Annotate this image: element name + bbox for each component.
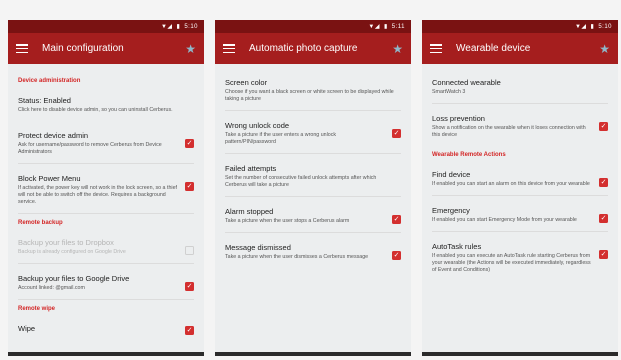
signal-icon: ▼◢: [368, 24, 380, 30]
pref-protect-device-admin[interactable]: Protect device admin Ask for username/pa…: [18, 127, 194, 164]
checkbox-unchecked: [185, 246, 194, 255]
pref-title: Failed attempts: [225, 164, 277, 173]
toolbar-title: Automatic photo capture: [249, 43, 358, 54]
nav-bar-edge: [422, 352, 618, 356]
pref-find-device[interactable]: Find device If enabled you can start an …: [432, 166, 608, 196]
pref-summary: Take a picture when the user stops a Cer…: [225, 218, 350, 224]
pref-title: Loss prevention: [432, 114, 485, 123]
pref-wrong-unlock-code[interactable]: Wrong unlock code Take a picture if the …: [225, 117, 401, 154]
toolbar-title: Main configuration: [42, 43, 124, 54]
nav-bar-edge: [215, 352, 411, 356]
pref-summary: Account linked: @gmail.com: [18, 285, 85, 291]
checkbox-checked[interactable]: ✓: [185, 326, 194, 335]
pref-summary: SmartWatch 3: [432, 89, 466, 95]
battery-icon: ▮: [590, 24, 595, 30]
star-icon[interactable]: ★: [392, 42, 403, 56]
screen-wearable-device: ▼◢ ▮ 5:10 Wearable device ★ Connected we…: [422, 20, 618, 356]
battery-icon: ▮: [383, 24, 388, 30]
toolbar: Main configuration ★: [8, 33, 204, 64]
pref-title: Backup your files to Dropbox: [18, 238, 114, 247]
signal-icon: ▼◢: [160, 24, 173, 30]
pref-loss-prevention[interactable]: Loss prevention Show a notification on t…: [432, 110, 608, 146]
pref-message-dismissed[interactable]: Message dismissed Take a picture when th…: [225, 239, 401, 268]
pref-emergency[interactable]: Emergency If enabled you can start Emerg…: [432, 202, 608, 232]
pref-backup-dropbox: Backup your files to Dropbox Backup is a…: [18, 234, 194, 264]
pref-title: Wrong unlock code: [225, 121, 290, 130]
pref-backup-google-drive[interactable]: Backup your files to Google Drive Accoun…: [18, 270, 194, 300]
battery-icon: ▮: [176, 24, 181, 30]
pref-summary: Set the number of consecutive failed unl…: [225, 175, 377, 188]
toolbar-title: Wearable device: [456, 43, 531, 54]
pref-summary: If activated, the power key will not wor…: [18, 185, 177, 205]
pref-summary: If enabled you can start an alarm on thi…: [432, 181, 590, 187]
checkbox-checked[interactable]: ✓: [599, 214, 608, 223]
status-time: 5:11: [391, 23, 405, 30]
checkbox-checked[interactable]: ✓: [185, 182, 194, 191]
checkbox-checked[interactable]: ✓: [392, 251, 401, 260]
status-bar: ▼◢ ▮ 5:10: [8, 20, 204, 33]
status-time: 5:10: [598, 23, 612, 30]
section-header-remote-wipe: Remote wipe: [18, 306, 56, 312]
section-header-remote-backup: Remote backup: [18, 220, 63, 226]
hamburger-menu-icon[interactable]: [223, 44, 235, 53]
pref-summary: Choose if you want a black screen or whi…: [225, 89, 394, 102]
pref-summary: Show a notification on the wearable when…: [432, 125, 586, 138]
pref-wipe[interactable]: Wipe ✓: [18, 320, 194, 342]
pref-screen-color[interactable]: Screen color Choose if you want a black …: [225, 74, 401, 111]
pref-title: Connected wearable: [432, 78, 501, 87]
pref-connected-wearable[interactable]: Connected wearable SmartWatch 3: [432, 74, 608, 104]
signal-icon: ▼◢: [574, 24, 587, 30]
pref-failed-attempts[interactable]: Failed attempts Set the number of consec…: [225, 160, 401, 197]
checkbox-checked[interactable]: ✓: [185, 282, 194, 291]
pref-block-power-menu[interactable]: Block Power Menu If activated, the power…: [18, 170, 194, 214]
status-time: 5:10: [184, 23, 198, 30]
screen-main-configuration: ▼◢ ▮ 5:10 Main configuration ★ Device ad…: [8, 20, 204, 356]
pref-summary: If enabled you can start Emergency Mode …: [432, 217, 577, 223]
section-header-wearable-remote-actions: Wearable Remote Actions: [432, 152, 506, 158]
star-icon[interactable]: ★: [185, 42, 196, 56]
checkbox-checked[interactable]: ✓: [185, 139, 194, 148]
toolbar: Automatic photo capture ★: [215, 33, 411, 64]
pref-title: Backup your files to Google Drive: [18, 274, 130, 283]
screen-automatic-photo-capture: ▼◢ ▮ 5:11 Automatic photo capture ★ Scre…: [215, 20, 411, 356]
pref-title: Message dismissed: [225, 243, 291, 252]
pref-title: Block Power Menu: [18, 174, 81, 183]
pref-title: Status: Enabled: [18, 96, 71, 105]
status-bar: ▼◢ ▮ 5:11: [215, 20, 411, 33]
pref-summary: Ask for username/password to remove Cerb…: [18, 142, 162, 155]
pref-title: Protect device admin: [18, 131, 89, 140]
pref-title: AutoTask rules: [432, 242, 482, 251]
star-icon[interactable]: ★: [599, 42, 610, 56]
checkbox-checked[interactable]: ✓: [599, 250, 608, 259]
pref-alarm-stopped[interactable]: Alarm stopped Take a picture when the us…: [225, 203, 401, 233]
hamburger-menu-icon[interactable]: [16, 44, 28, 53]
checkbox-checked[interactable]: ✓: [392, 129, 401, 138]
checkbox-checked[interactable]: ✓: [392, 215, 401, 224]
pref-title: Screen color: [225, 78, 268, 87]
pref-title: Wipe: [18, 324, 36, 333]
pref-summary: Take a picture when the user dismisses a…: [225, 254, 369, 260]
nav-bar-edge: [8, 352, 204, 356]
pref-title: Emergency: [432, 206, 470, 215]
pref-title: Find device: [432, 170, 471, 179]
pref-title: Alarm stopped: [225, 207, 274, 216]
hamburger-menu-icon[interactable]: [430, 44, 442, 53]
checkbox-checked[interactable]: ✓: [599, 178, 608, 187]
pref-autotask-rules[interactable]: AutoTask rules If enabled you can execut…: [432, 238, 608, 281]
status-bar: ▼◢ ▮ 5:10: [422, 20, 618, 33]
pref-status[interactable]: Status: Enabled Click here to disable de…: [18, 92, 194, 121]
pref-summary: Backup is already configured on Google D…: [18, 249, 126, 255]
checkbox-checked[interactable]: ✓: [599, 122, 608, 131]
toolbar: Wearable device ★: [422, 33, 618, 64]
pref-summary: Take a picture if the user enters a wron…: [225, 132, 336, 145]
section-header-device-admin: Device administration: [18, 78, 81, 84]
pref-summary: Click here to disable device admin, so y…: [18, 107, 173, 113]
pref-summary: If enabled you can execute an AutoTask r…: [432, 253, 591, 273]
